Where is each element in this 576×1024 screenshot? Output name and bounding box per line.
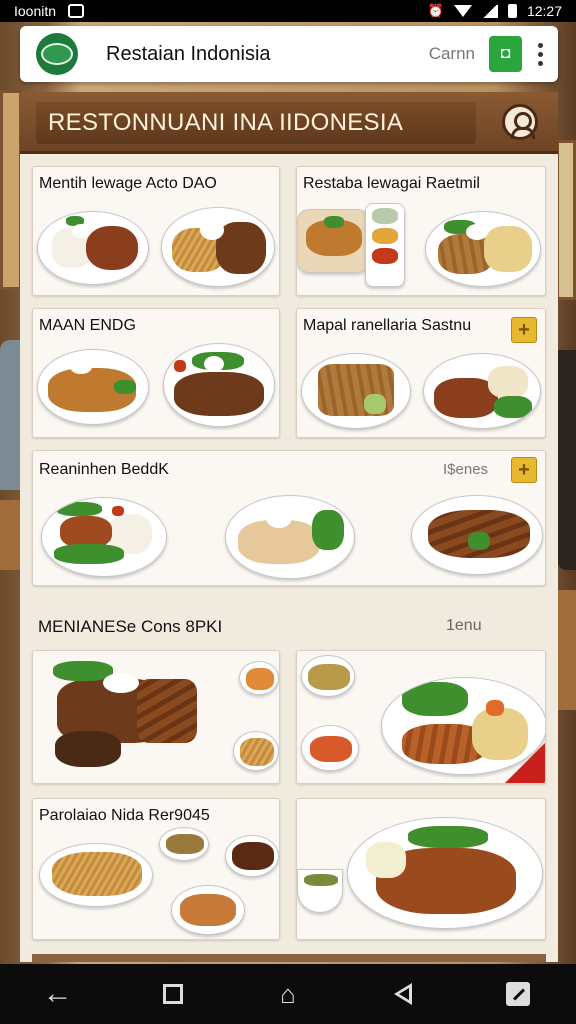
signal-icon — [481, 4, 498, 18]
food-basket — [297, 209, 369, 273]
card-aux-label: I$enes — [443, 461, 489, 478]
add-item-button[interactable]: + — [511, 317, 537, 343]
food-plate — [37, 349, 149, 425]
home-button[interactable]: ⌂ — [268, 974, 308, 1014]
side-dish — [233, 731, 279, 771]
background-table-left — [0, 500, 22, 570]
food-image — [55, 731, 121, 767]
app-logo[interactable] — [36, 33, 78, 75]
card-title: Mentih lewage Acto DAO — [39, 175, 217, 192]
side-dish — [225, 835, 279, 877]
side-dish — [159, 827, 209, 861]
edit-icon — [506, 982, 531, 1006]
more-options-button[interactable] — [536, 42, 544, 66]
card-title: Mapal ranellaria Sastnu — [303, 317, 472, 334]
food-plate — [161, 207, 275, 287]
menu-card-wide[interactable]: Reaninhen BeddK I$enes + — [32, 450, 546, 586]
system-nav-bar: ← ⌂ — [0, 964, 576, 1024]
menu-card[interactable]: Parolaiao Nida Rer9045 — [32, 798, 280, 940]
menu-card[interactable]: Restaba lewagai Raetmil — [296, 166, 546, 296]
camera-button[interactable]: ◘ — [489, 36, 522, 72]
wall-frame-right — [556, 140, 576, 300]
card-title: Restaba lewagai Raetmil — [303, 175, 480, 192]
background-table-right — [558, 590, 576, 710]
food-plate — [301, 353, 411, 429]
edit-button[interactable] — [498, 974, 538, 1014]
food-plate — [347, 817, 543, 929]
wall-frame-left — [0, 90, 22, 290]
garnish — [103, 673, 139, 693]
food-plate — [37, 211, 149, 285]
side-dish — [239, 661, 279, 695]
home-icon: ⌂ — [280, 978, 296, 1009]
notification-icon — [68, 4, 85, 18]
back-triangle-button[interactable] — [383, 974, 423, 1014]
status-bar: Ioonitn ⏰ 12:27 — [0, 0, 576, 22]
wifi-icon — [453, 5, 472, 17]
menu-card[interactable]: Mentih lewage Acto DAO — [32, 166, 280, 296]
card-title: MAAN ENDG — [39, 317, 136, 334]
food-plate — [39, 843, 153, 907]
alarm-icon: ⏰ — [427, 3, 444, 18]
app-bar: Restaian Indonisia Carnn ◘ — [20, 26, 558, 82]
camera-icon: ◘ — [500, 45, 511, 62]
menu-card[interactable] — [32, 650, 280, 784]
side-dish — [301, 725, 359, 771]
user-icon[interactable] — [502, 104, 538, 140]
more-vert-icon — [537, 42, 543, 48]
menu-card[interactable]: MAAN ENDG — [32, 308, 280, 438]
menu-card[interactable]: Mapal ranellaria Sastnu + — [296, 308, 546, 438]
recents-button[interactable] — [153, 974, 193, 1014]
banner-title: RESTONNUANI INA IIDONESIA — [36, 102, 476, 144]
next-card-edge — [32, 954, 546, 962]
background-person-left — [0, 340, 22, 490]
sauce-tray — [365, 203, 405, 287]
food-plate — [163, 343, 275, 427]
camera-label[interactable]: Carnn — [429, 44, 475, 64]
restaurant-banner: RESTONNUANI INA IIDONESIA — [20, 92, 558, 154]
back-arrow-icon: ← — [42, 977, 73, 1010]
add-item-button[interactable]: + — [511, 457, 537, 483]
background-person-right — [558, 350, 576, 570]
carrier-label: Ioonitn — [14, 3, 57, 19]
food-plate — [425, 211, 541, 287]
clock: 12:27 — [526, 3, 562, 19]
food-plate — [411, 495, 543, 575]
food-plate — [225, 495, 355, 579]
section-title: MENIANESe Cons 8PKI — [38, 617, 223, 636]
menu-card[interactable] — [296, 650, 546, 784]
back-button[interactable]: ← — [38, 974, 78, 1014]
side-dish — [171, 885, 245, 935]
soup-bowl — [297, 869, 343, 913]
promo-corner — [505, 743, 545, 783]
food-plate — [41, 497, 167, 577]
logo-emblem — [41, 43, 73, 65]
food-plate — [423, 353, 541, 429]
menu-panel: RESTONNUANI INA IIDONESIA Mentih lewage … — [20, 92, 558, 962]
card-title: Parolaiao Nida Rer9045 — [39, 807, 210, 824]
card-title: Reaninhen BeddK — [39, 461, 169, 478]
battery-icon — [507, 4, 517, 18]
square-icon — [162, 984, 183, 1004]
app-title: Restaian Indonisia — [106, 42, 271, 65]
section-aux-label[interactable]: 1enu — [446, 617, 482, 635]
triangle-back-icon — [394, 983, 413, 1005]
food-image — [137, 679, 197, 743]
side-dish — [301, 655, 355, 697]
menu-card[interactable] — [296, 798, 546, 940]
